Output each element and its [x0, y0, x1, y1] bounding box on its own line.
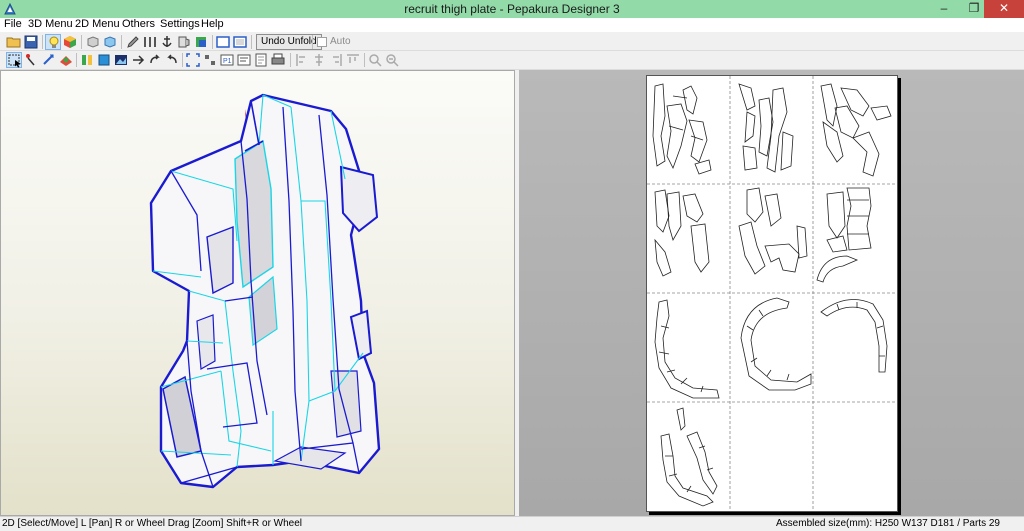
zoom-in-icon[interactable] [367, 52, 383, 68]
undo-arrow-icon[interactable] [164, 52, 180, 68]
title-bar: recruit thigh plate - Pepakura Designer … [0, 0, 1024, 18]
print-sheet [646, 75, 898, 512]
3d-view[interactable] [0, 70, 515, 516]
redo-arrow-icon[interactable] [147, 52, 163, 68]
toolbar-2d: P1 [0, 51, 1024, 70]
menu-file[interactable]: File [4, 18, 22, 31]
align-left-icon[interactable] [294, 52, 310, 68]
thigh-plate-3d-model[interactable] [1, 71, 515, 516]
minimize-button[interactable]: ‒ [930, 0, 958, 18]
toolbar-separator [121, 35, 122, 49]
pencil-icon[interactable] [125, 34, 141, 50]
save-icon[interactable] [23, 34, 39, 50]
menu-others[interactable]: Others [122, 18, 155, 31]
auto-label: Auto [330, 36, 351, 47]
window-2d-icon[interactable] [232, 34, 248, 50]
toolbar-separator [76, 53, 77, 67]
unfold-icon[interactable] [85, 34, 101, 50]
toolbar-separator [182, 53, 183, 67]
menu-2d[interactable]: 2D Menu [75, 18, 120, 31]
texture-cube-icon[interactable] [62, 34, 78, 50]
window-title: recruit thigh plate - Pepakura Designer … [404, 2, 620, 16]
align-center-icon[interactable] [311, 52, 327, 68]
status-bar: 2D [Select/Move] L [Pan] R or Wheel Drag… [0, 516, 1024, 531]
auto-checkbox[interactable] [317, 37, 327, 47]
close-button[interactable]: ✕ [984, 0, 1024, 18]
flap-icon[interactable] [176, 34, 192, 50]
assembled-size: Assembled size(mm): H250 W137 D181 / Par… [776, 518, 1000, 529]
toolbar-main: Undo Unfold Auto [0, 33, 1024, 51]
edge-id-icon[interactable] [236, 52, 252, 68]
toolbar-separator [251, 35, 252, 49]
lightbulb-icon[interactable] [45, 34, 61, 50]
menu-settings[interactable]: Settings [160, 18, 200, 31]
align-top-icon[interactable] [345, 52, 361, 68]
join-parts-icon[interactable] [24, 52, 40, 68]
toolbar-separator [312, 35, 313, 49]
2d-view[interactable] [519, 70, 1024, 516]
align-right-icon[interactable] [328, 52, 344, 68]
toolbar-separator [212, 35, 213, 49]
status-hint: 2D [Select/Move] L [Pan] R or Wheel Drag… [2, 518, 303, 529]
toolbar-separator [290, 53, 291, 67]
unfolded-parts-layout[interactable] [647, 76, 897, 511]
move-part-icon[interactable] [130, 52, 146, 68]
select-move-icon[interactable] [6, 52, 22, 68]
rotate-part-icon[interactable] [41, 52, 57, 68]
align-parts-icon[interactable] [202, 52, 218, 68]
open-folder-icon[interactable] [6, 34, 22, 50]
part-number-icon[interactable]: P1 [219, 52, 235, 68]
frame-select-icon[interactable] [185, 52, 201, 68]
toolbar-separator [42, 35, 43, 49]
pepakura-window: recruit thigh plate - Pepakura Designer … [0, 0, 1024, 531]
print-preview-icon[interactable] [253, 52, 269, 68]
image-icon[interactable] [113, 52, 129, 68]
texture-icon[interactable] [58, 52, 74, 68]
anchor-icon[interactable] [159, 34, 175, 50]
cube-blue-icon[interactable] [102, 34, 118, 50]
fold-line-icon[interactable] [79, 52, 95, 68]
window-3d-icon[interactable] [215, 34, 231, 50]
paint-icon[interactable] [193, 34, 209, 50]
toolbar-separator [364, 53, 365, 67]
menu-3d[interactable]: 3D Menu [28, 18, 73, 31]
print-icon[interactable] [270, 52, 286, 68]
menu-bar: File 3D Menu 2D Menu Others Settings Hel… [0, 18, 1024, 32]
zoom-out-icon[interactable] [384, 52, 400, 68]
menu-help[interactable]: Help [201, 18, 224, 31]
flip-icon[interactable] [96, 52, 112, 68]
edge-icon[interactable] [142, 34, 158, 50]
svg-text:P1: P1 [223, 58, 232, 65]
toolbar-separator [81, 35, 82, 49]
